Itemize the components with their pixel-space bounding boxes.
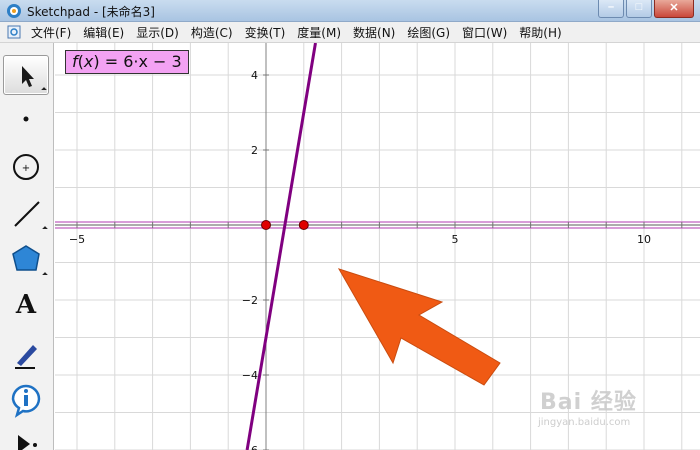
menu-number[interactable]: 数据(N): [347, 24, 401, 41]
menu-edit[interactable]: 编辑(E): [77, 24, 130, 41]
x-tick-label: 5: [452, 233, 459, 246]
y-tick-label: −4: [242, 369, 258, 382]
information-icon: [11, 384, 41, 418]
sketchpad-app-icon: [7, 4, 21, 18]
y-tick-label: −6: [242, 444, 258, 450]
baidu-jingyan-watermark: Bai 经验 jingyan.baidu.com: [530, 378, 690, 438]
information-tool[interactable]: [3, 379, 49, 419]
polygon-tool[interactable]: [3, 239, 49, 279]
point-icon: [23, 116, 29, 122]
document-icon[interactable]: [7, 25, 21, 39]
watermark-brand: Bai 经验: [540, 390, 637, 415]
toolbox: + A: [0, 43, 54, 450]
minimize-icon: –: [607, 1, 615, 13]
function-name: f: [72, 52, 78, 71]
annotation-arrow: [337, 268, 501, 386]
function-definition-label[interactable]: f(x) = 6·x − 3: [65, 50, 189, 74]
selection-arrow-tool[interactable]: [3, 55, 49, 95]
x-tick-label: −5: [69, 233, 85, 246]
circle-icon: +: [13, 154, 39, 180]
menu-file[interactable]: 文件(F): [25, 24, 77, 41]
menu-measure[interactable]: 度量(M): [291, 24, 347, 41]
function-variable: x: [83, 52, 94, 71]
maximize-icon: □: [635, 1, 643, 13]
svg-text:+: +: [22, 163, 30, 174]
axis-point[interactable]: [261, 220, 271, 230]
marker-tool[interactable]: [3, 333, 49, 373]
function-expression: = 6·x − 3: [99, 52, 182, 71]
minimize-button[interactable]: –: [598, 0, 624, 18]
text-tool-icon: A: [15, 290, 37, 320]
y-tick-label: 2: [251, 144, 258, 157]
menu-graph[interactable]: 绘图(G): [401, 24, 456, 41]
custom-tools-tool[interactable]: [3, 423, 49, 450]
window-controls: – □ ✕: [596, 0, 694, 18]
x-tick-label: 10: [637, 233, 651, 246]
marker-pen-icon: [15, 345, 37, 369]
close-icon: ✕: [669, 2, 679, 14]
y-tick-label: 4: [251, 69, 258, 82]
axis-point[interactable]: [298, 220, 309, 230]
close-button[interactable]: ✕: [654, 0, 694, 18]
menu-bar: 文件(F) 编辑(E) 显示(D) 构造(C) 变换(T) 度量(M) 数据(N…: [0, 22, 700, 43]
polygon-icon: [12, 245, 40, 271]
point-tool[interactable]: [3, 99, 49, 139]
watermark-url: jingyan.baidu.com: [538, 417, 631, 428]
function-graph-line[interactable]: [245, 43, 317, 450]
window-title: Sketchpad - [未命名3]: [27, 5, 155, 19]
custom-tools-icon: [18, 435, 37, 450]
menu-window[interactable]: 窗口(W): [456, 24, 513, 41]
straightedge-tool[interactable]: [3, 193, 49, 233]
menu-transform[interactable]: 变换(T): [239, 24, 292, 41]
title-bar: Sketchpad - [未命名3] – □ ✕: [0, 0, 700, 22]
maximize-button[interactable]: □: [626, 0, 652, 18]
line-segment-icon: [14, 201, 40, 227]
menu-construct[interactable]: 构造(C): [185, 24, 239, 41]
compass-tool[interactable]: +: [3, 147, 49, 187]
menu-display[interactable]: 显示(D): [130, 24, 185, 41]
menu-help[interactable]: 帮助(H): [513, 24, 567, 41]
y-tick-label: −2: [242, 294, 258, 307]
text-tool[interactable]: A: [3, 287, 49, 327]
